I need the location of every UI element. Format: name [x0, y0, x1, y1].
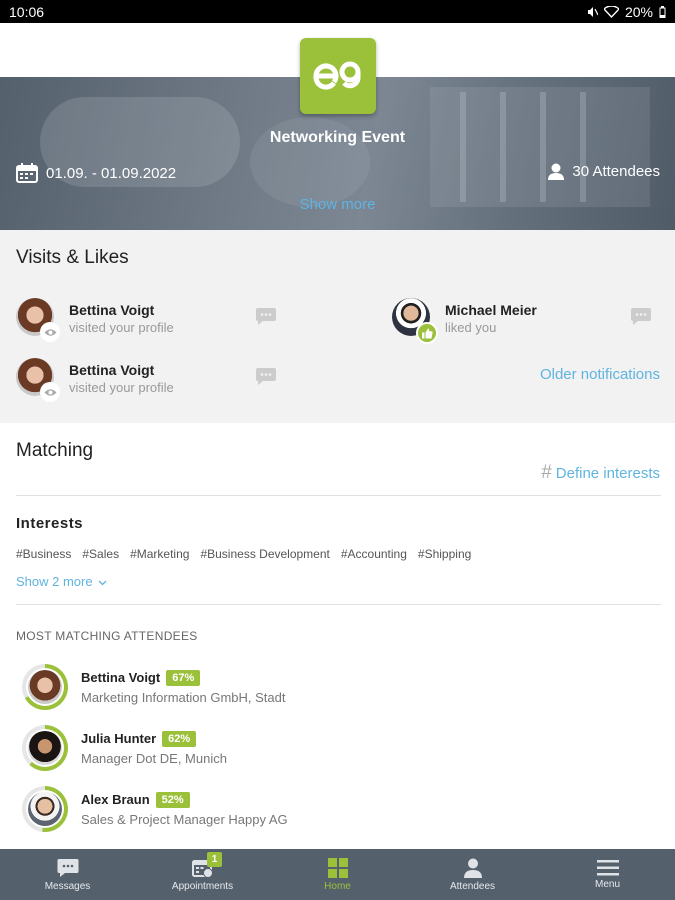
interest-tag: #Shipping: [417, 547, 472, 561]
attendees-count: 30 Attendees: [572, 163, 660, 180]
avatar: [28, 792, 62, 826]
event-attendees[interactable]: 30 Attendees: [548, 163, 660, 180]
attendee-name: Bettina Voigt: [81, 670, 161, 685]
divider: [16, 495, 661, 496]
notification-action: visited your profile: [69, 380, 174, 395]
attendee-company: Sales & Project Manager Happy AG: [81, 811, 288, 827]
interests-title: Interests: [16, 515, 84, 532]
status-icons: 20%: [586, 4, 666, 20]
hamburger-icon: [596, 859, 619, 875]
nav-label: Home: [324, 880, 351, 892]
attendee-company: Marketing Information GmbH, Stadt: [81, 689, 286, 705]
attendee-row[interactable]: Alex Braun 52% Sales & Project Manager H…: [22, 786, 288, 832]
section-title: Matching: [16, 440, 94, 461]
avatar: [16, 358, 60, 402]
show-more-interests-label: Show 2 more: [16, 574, 93, 589]
event-logo: [300, 38, 376, 114]
event-date-text: 01.09. - 01.09.2022: [46, 164, 177, 182]
eye-badge: [40, 322, 60, 342]
visits-likes-section: Visits & Likes Bettina Voigt visited you…: [0, 230, 675, 423]
nav-label: Appointments: [171, 880, 234, 892]
attendee-row[interactable]: Bettina Voigt 67% Marketing Information …: [22, 664, 285, 710]
notification-name: Bettina Voigt: [69, 362, 155, 378]
appointments-badge: 1: [207, 852, 222, 867]
attendee-name: Julia Hunter: [81, 731, 157, 746]
section-title: Visits & Likes: [16, 247, 129, 268]
thumbs-up-icon: [421, 328, 433, 338]
nav-appointments[interactable]: 1 Appointments: [135, 849, 270, 900]
person-icon: [463, 858, 482, 878]
show-more-interests-link[interactable]: Show 2 more: [16, 574, 107, 589]
nav-messages[interactable]: Messages: [0, 849, 135, 900]
define-interests-link[interactable]: # Define interests: [541, 462, 660, 484]
calendar-icon: [16, 163, 38, 183]
eye-icon: [44, 328, 56, 336]
chat-icon[interactable]: [255, 367, 277, 385]
nav-label: Messages: [44, 880, 91, 892]
match-ring: [22, 664, 68, 710]
nav-home[interactable]: Home: [270, 849, 405, 900]
most-matching-title: MOST MATCHING ATTENDEES: [16, 629, 198, 643]
nav-menu[interactable]: Menu: [540, 849, 675, 900]
interest-tag: #Sales: [82, 547, 120, 561]
hash-icon: #: [541, 462, 552, 483]
avatar: [392, 298, 438, 344]
grid-icon: [327, 857, 348, 878]
interest-tag: #Business Development: [200, 547, 330, 561]
wifi-icon: [603, 5, 619, 18]
match-ring: [22, 725, 68, 771]
notification-item[interactable]: Bettina Voigt visited your profile: [16, 298, 174, 342]
notification-action: liked you: [445, 320, 497, 335]
event-title: Networking Event: [269, 129, 406, 146]
avatar: [28, 670, 62, 704]
interest-tag: #Business: [16, 547, 72, 561]
older-notifications-link[interactable]: Older notifications: [540, 366, 660, 383]
like-badge: [416, 322, 438, 344]
match-percent-badge: 67%: [166, 669, 201, 686]
match-ring: [22, 786, 68, 832]
interest-tag: #Marketing: [130, 547, 190, 561]
interest-tag: #Accounting: [340, 547, 407, 561]
show-more-link[interactable]: Show more: [0, 196, 675, 213]
nav-label: Menu: [594, 878, 620, 890]
chat-icon[interactable]: [255, 307, 277, 325]
status-time: 10:06: [9, 3, 45, 20]
attendee-name: Alex Braun: [81, 792, 150, 807]
notification-item[interactable]: Bettina Voigt visited your profile: [16, 358, 174, 402]
mute-icon: [587, 6, 598, 17]
chevron-down-icon: [98, 580, 107, 586]
nav-attendees[interactable]: Attendees: [405, 849, 540, 900]
avatar: [16, 298, 60, 342]
nav-label: Attendees: [449, 880, 496, 892]
notification-name: Bettina Voigt: [69, 302, 155, 318]
notification-name: Michael Meier: [445, 302, 537, 318]
match-percent-badge: 52%: [155, 791, 190, 808]
event-date: 01.09. - 01.09.2022: [16, 163, 176, 183]
notification-item[interactable]: Michael Meier liked you: [392, 298, 537, 344]
eye-icon: [44, 388, 56, 396]
attendee-company: Manager Dot DE, Munich: [81, 750, 227, 766]
chat-icon: [57, 858, 78, 877]
eye-badge: [40, 382, 60, 402]
notification-action: visited your profile: [69, 320, 174, 335]
battery-icon: [659, 5, 666, 18]
interest-tags: #Business #Sales #Marketing #Business De…: [16, 547, 471, 561]
status-bar: 10:06 20%: [0, 0, 675, 23]
e9-logo-icon: [313, 61, 361, 90]
avatar: [28, 731, 62, 765]
person-icon: [548, 163, 565, 180]
divider: [16, 604, 661, 605]
chat-icon[interactable]: [630, 307, 652, 325]
bottom-navigation: Messages 1 Appointments Home Attendees M…: [0, 849, 675, 900]
define-interests-label: Define interests: [555, 464, 660, 482]
attendee-row[interactable]: Julia Hunter 62% Manager Dot DE, Munich: [22, 725, 227, 771]
battery-percent: 20%: [624, 3, 653, 20]
match-percent-badge: 62%: [162, 730, 197, 747]
